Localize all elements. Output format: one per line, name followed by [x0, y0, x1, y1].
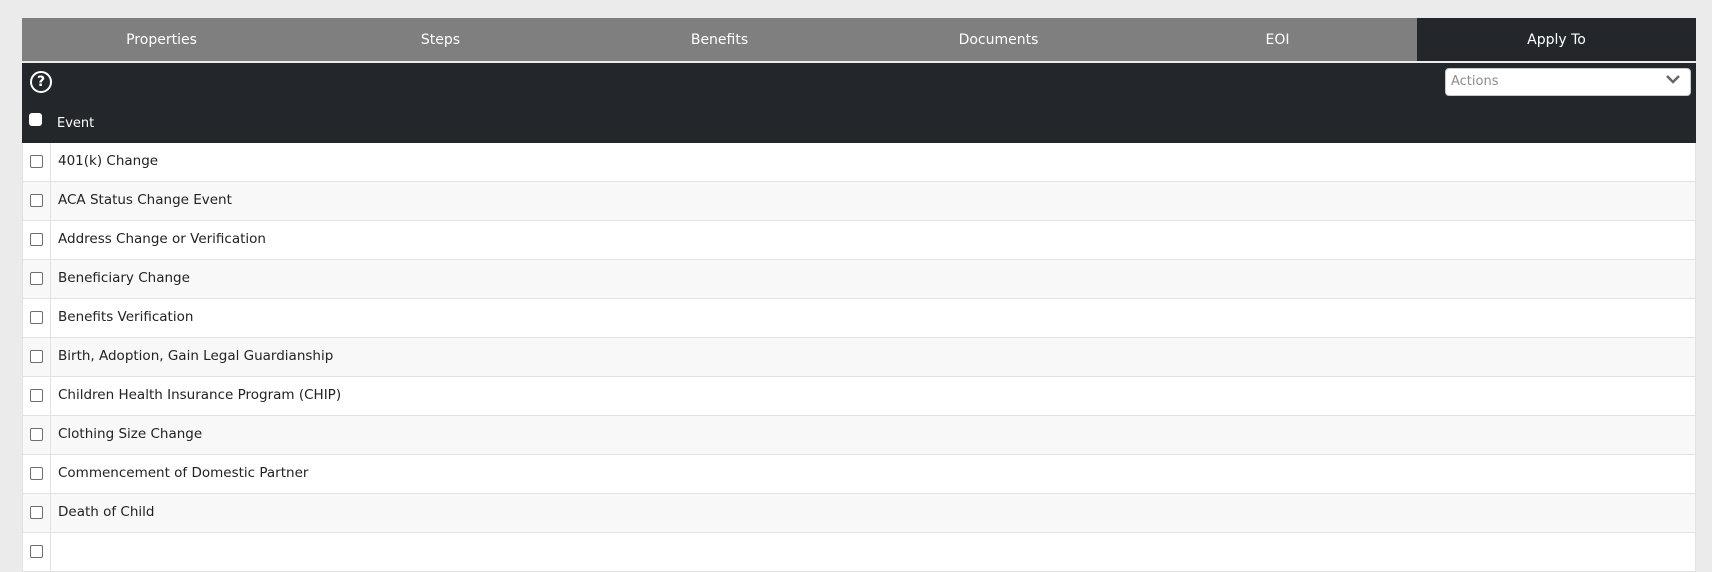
table-row: Benefits Verification — [22, 299, 1696, 338]
table-row: Address Change or Verification — [22, 221, 1696, 260]
apply-to-panel: Properties Steps Benefits Documents EOI … — [22, 18, 1696, 572]
question-circle-icon[interactable]: ? — [30, 71, 52, 93]
row-checkbox-cell — [23, 221, 51, 259]
tab-steps[interactable]: Steps — [301, 18, 580, 61]
row-checkbox-cell — [23, 338, 51, 376]
tab-benefits[interactable]: Benefits — [580, 18, 859, 61]
event-label: Address Change or Verification — [58, 231, 266, 247]
tab-apply-to[interactable]: Apply To — [1417, 18, 1696, 61]
toolbar: ? Actions — [22, 63, 1696, 105]
row-checkbox-cell — [23, 299, 51, 337]
row-checkbox-cell — [23, 182, 51, 220]
event-label: Death of Child — [58, 504, 155, 520]
row-checkbox-cell — [23, 494, 51, 532]
table-row: Commencement of Domestic Partner — [22, 455, 1696, 494]
event-label: Children Health Insurance Program (CHIP) — [58, 387, 342, 403]
actions-dropdown[interactable]: Actions — [1445, 68, 1691, 96]
row-checkbox-cell — [23, 260, 51, 298]
chevron-down-icon — [1666, 75, 1680, 84]
tab-documents[interactable]: Documents — [859, 18, 1138, 61]
row-checkbox[interactable] — [30, 545, 43, 558]
table-row: ACA Status Change Event — [22, 182, 1696, 221]
table-header: Event — [22, 105, 1696, 143]
event-label: Benefits Verification — [58, 309, 194, 325]
row-checkbox[interactable] — [30, 350, 43, 363]
select-all-checkbox[interactable] — [29, 113, 42, 126]
row-checkbox-cell — [23, 533, 51, 571]
table-row: Children Health Insurance Program (CHIP) — [22, 377, 1696, 416]
row-checkbox[interactable] — [30, 155, 43, 168]
event-column-header: Event — [57, 116, 95, 131]
row-checkbox[interactable] — [30, 194, 43, 207]
row-checkbox[interactable] — [30, 389, 43, 402]
row-checkbox[interactable] — [30, 506, 43, 519]
event-label: Birth, Adoption, Gain Legal Guardianship — [58, 348, 334, 364]
row-checkbox[interactable] — [30, 467, 43, 480]
event-label: 401(k) Change — [58, 153, 159, 169]
actions-placeholder: Actions — [1451, 74, 1499, 89]
event-label: Commencement of Domestic Partner — [58, 465, 309, 481]
tab-properties[interactable]: Properties — [22, 18, 301, 61]
event-label: ACA Status Change Event — [58, 192, 232, 208]
table-row: Clothing Size Change — [22, 416, 1696, 455]
row-checkbox[interactable] — [30, 428, 43, 441]
tab-bar: Properties Steps Benefits Documents EOI … — [22, 18, 1696, 61]
row-checkbox[interactable] — [30, 311, 43, 324]
event-list: 401(k) Change ACA Status Change Event Ad… — [22, 143, 1696, 572]
table-row: Death of Child — [22, 494, 1696, 533]
row-checkbox-cell — [23, 416, 51, 454]
row-checkbox-cell — [23, 143, 51, 181]
row-checkbox-cell — [23, 377, 51, 415]
table-row: Birth, Adoption, Gain Legal Guardianship — [22, 338, 1696, 377]
row-checkbox[interactable] — [30, 233, 43, 246]
tab-eoi[interactable]: EOI — [1138, 18, 1417, 61]
row-checkbox-cell — [23, 455, 51, 493]
event-label: Beneficiary Change — [58, 270, 190, 286]
table-row: Beneficiary Change — [22, 260, 1696, 299]
event-label: Clothing Size Change — [58, 426, 203, 442]
table-row: 401(k) Change — [22, 143, 1696, 182]
row-checkbox[interactable] — [30, 272, 43, 285]
